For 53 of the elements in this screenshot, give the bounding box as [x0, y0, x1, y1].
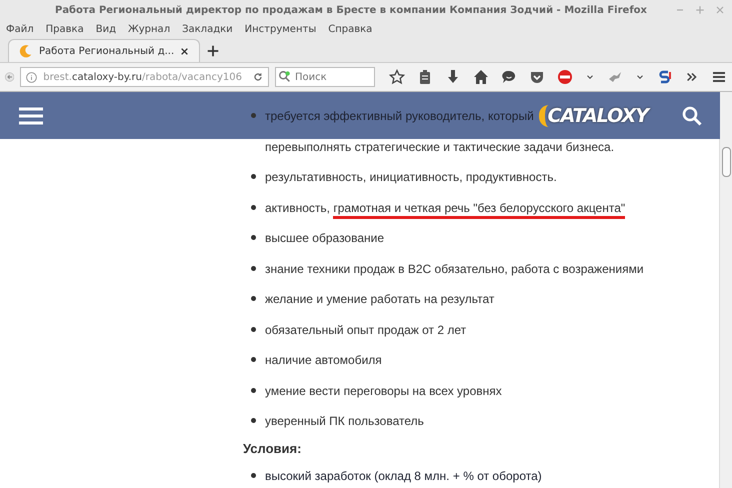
crescent-logo-icon [19, 44, 33, 58]
bullet [251, 357, 256, 362]
menu-item[interactable]: Правка [46, 24, 84, 34]
list-item-text: умение вести переговоры на всех уровнях [265, 384, 502, 398]
close-tab-icon[interactable] [180, 46, 190, 56]
bullet [251, 235, 256, 240]
list-item-text: перевыполнять стратегические и тактические задачи бизнеса. [265, 140, 614, 154]
list-item-text: требуется эффективный руководитель, который [265, 109, 534, 123]
menu-icon[interactable] [711, 69, 727, 85]
menu-item[interactable]: Справка [328, 24, 372, 34]
bullet [251, 204, 256, 210]
menu-item[interactable]: Вид [96, 24, 116, 34]
list-item-text: активность, грамотная и четкая речь "без белорусского акцента" [265, 200, 626, 218]
star-icon[interactable] [389, 69, 405, 85]
browser-tab[interactable]: Работа Региональный д... [8, 39, 200, 62]
home-icon[interactable] [473, 69, 489, 85]
bullet [251, 388, 256, 392]
list-item-text: обязательный опыт продаж от 2 лет [265, 322, 466, 336]
scrollbar[interactable] [719, 92, 732, 488]
menu-item[interactable]: Журнал [128, 24, 170, 34]
list-item-text: уверенный ПК пользователь [265, 414, 424, 428]
chat-icon[interactable] [501, 69, 517, 85]
bullet [251, 296, 256, 301]
list-item-text: знание техники продаж в B2C обязательно, работа с возражениями [265, 262, 644, 276]
menu-icon[interactable] [18, 106, 44, 126]
list-item-text: желание и умение работать на результат [265, 292, 494, 306]
list-item-text: результативность, инициативность, продуктивность. [265, 170, 557, 184]
list-item-text: наличие автомобиля [265, 353, 382, 367]
info-icon[interactable] [25, 70, 38, 84]
bullet [251, 266, 256, 270]
clipboard-icon[interactable] [417, 69, 433, 85]
menu-item[interactable]: Закладки [182, 24, 233, 34]
search-icon[interactable] [278, 70, 292, 84]
double-chevron-icon[interactable] [685, 70, 699, 84]
bullet [251, 326, 256, 332]
window-title: Работа Региональный директор по продажам в Бресте в компании Компания Зодчий - Mozilla Firefox [54, 5, 647, 16]
reload-icon[interactable] [252, 71, 264, 83]
search-field[interactable]: Поиск [275, 67, 375, 87]
site-logo[interactable]: CATALOXY [538, 104, 648, 126]
list-item-text: высшее образование [265, 231, 384, 245]
pocket-icon[interactable] [529, 69, 545, 85]
menu-item[interactable]: Инструменты [244, 24, 316, 34]
menu-item[interactable]: Файл [6, 24, 34, 34]
s-logo-icon[interactable] [657, 69, 673, 85]
bullet [251, 418, 256, 423]
new-tab-icon[interactable] [206, 44, 220, 58]
section-heading: Условия: [243, 440, 302, 458]
search-icon[interactable] [682, 106, 702, 126]
bullet [251, 472, 256, 478]
stop-sign-icon[interactable] [557, 69, 573, 85]
list-item-text: высокий заработок (оклад 8 млн. + % от оборота) [265, 468, 542, 482]
bullet [251, 174, 256, 179]
download-icon[interactable] [445, 69, 461, 85]
